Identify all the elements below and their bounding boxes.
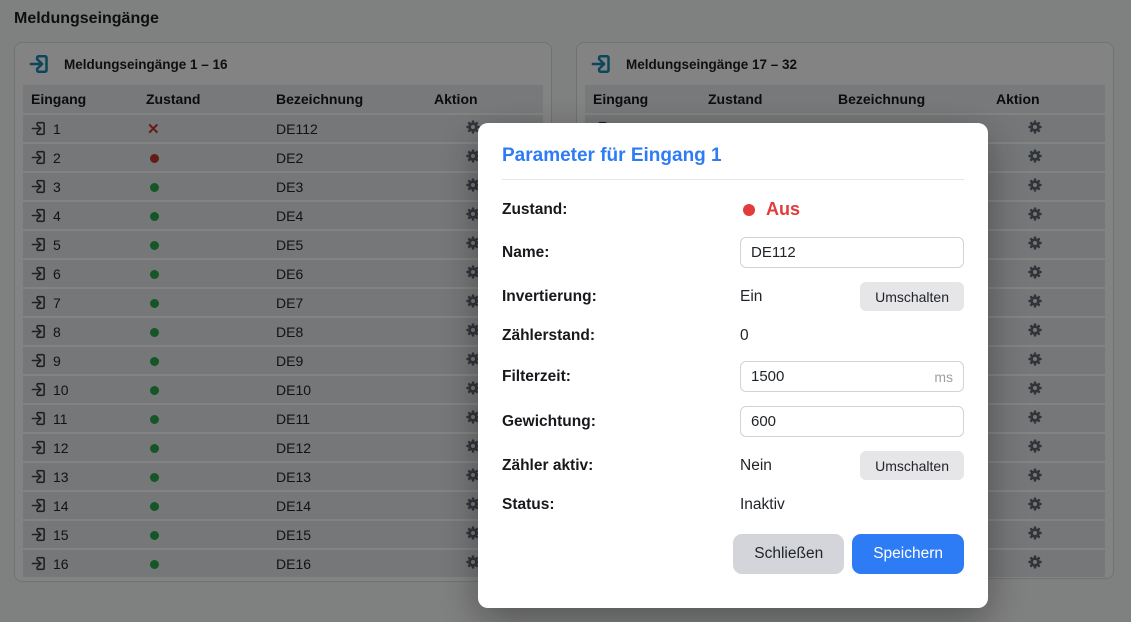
- divider: [502, 179, 964, 180]
- status-text-value: Inaktiv: [740, 496, 785, 514]
- invertierung-toggle-button[interactable]: Umschalten: [860, 282, 964, 311]
- zaehler-aktiv-toggle-button[interactable]: Umschalten: [860, 451, 964, 480]
- invertierung-value: Ein: [740, 288, 762, 306]
- zaehlerstand-value: 0: [740, 327, 749, 345]
- status-dot-icon: [743, 204, 755, 216]
- field-label-zustand: Zustand:: [502, 201, 740, 219]
- field-label-gewichtung: Gewichtung:: [502, 413, 740, 431]
- zaehler-aktiv-value: Nein: [740, 457, 772, 475]
- field-label-filterzeit: Filterzeit:: [502, 368, 740, 386]
- name-input[interactable]: [740, 237, 964, 268]
- gewichtung-input[interactable]: [740, 406, 964, 437]
- parameter-dialog: Parameter für Eingang 1 Zustand: Aus Nam…: [478, 123, 988, 608]
- field-label-status: Status:: [502, 496, 740, 514]
- field-label-zaehler-aktiv: Zähler aktiv:: [502, 457, 740, 475]
- unit-label: ms: [934, 369, 953, 385]
- field-label-name: Name:: [502, 244, 740, 262]
- status-value: Aus: [766, 199, 800, 220]
- field-label-invertierung: Invertierung:: [502, 288, 740, 306]
- save-button[interactable]: Speichern: [852, 534, 964, 574]
- field-label-zaehlerstand: Zählerstand:: [502, 327, 740, 345]
- filterzeit-input[interactable]: [740, 361, 964, 392]
- close-button[interactable]: Schließen: [733, 534, 844, 574]
- dialog-title: Parameter für Eingang 1: [502, 145, 964, 167]
